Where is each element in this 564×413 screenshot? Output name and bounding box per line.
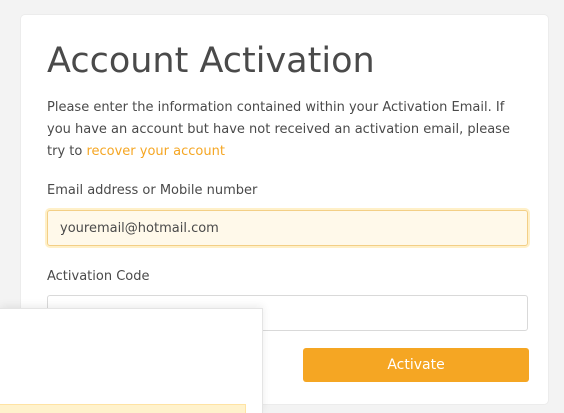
page-title: Account Activation	[47, 41, 375, 81]
overlay-panel	[0, 308, 263, 413]
recover-account-link[interactable]: recover your account	[86, 144, 224, 159]
activation-instructions: Please enter the information contained w…	[47, 97, 527, 163]
activation-code-label: Activation Code	[47, 269, 150, 284]
page-top-strip	[0, 0, 564, 14]
activate-button[interactable]: Activate	[303, 348, 529, 382]
email-or-mobile-input[interactable]	[47, 210, 528, 246]
email-or-mobile-label: Email address or Mobile number	[47, 183, 258, 198]
